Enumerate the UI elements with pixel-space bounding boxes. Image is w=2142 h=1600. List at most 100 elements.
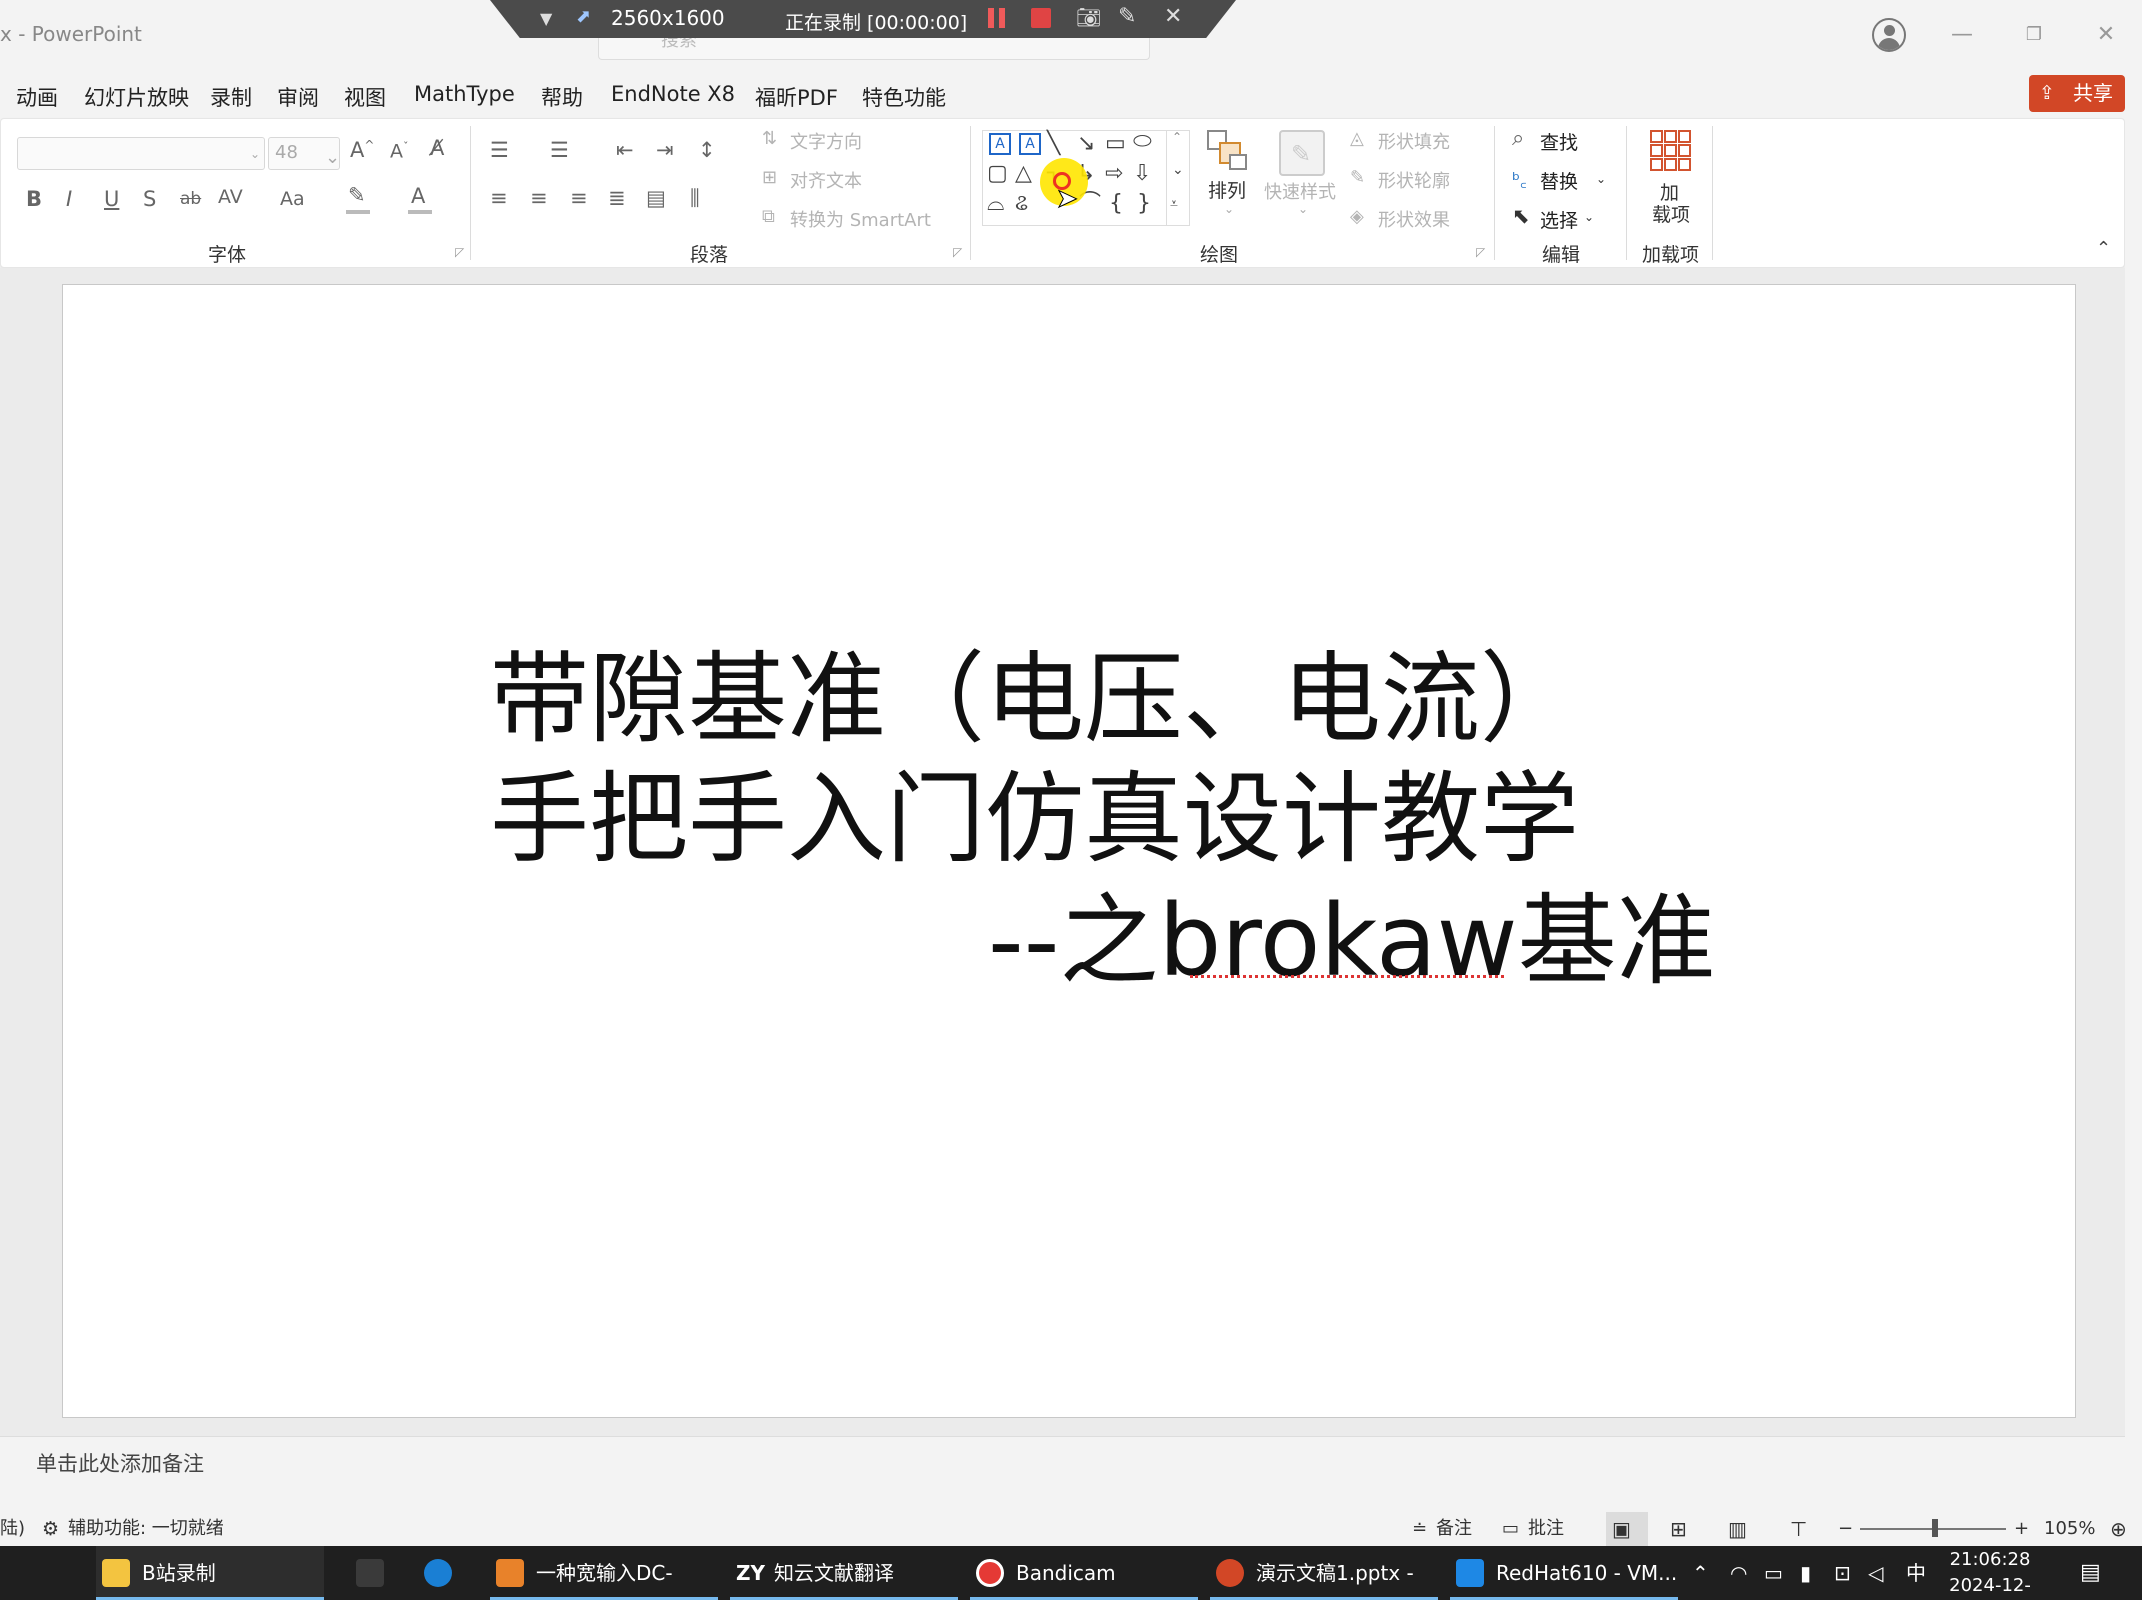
select-button[interactable]: 选择 xyxy=(1540,206,1578,233)
tab-record[interactable]: 录制 xyxy=(210,82,252,112)
rounded-rectangle-shape-icon[interactable]: ▢ xyxy=(987,161,1008,187)
align-text-button[interactable]: 对齐文本 xyxy=(790,167,862,193)
line-shape-icon[interactable]: ╲ xyxy=(1047,131,1060,157)
gallery-scroll[interactable]: ⌃ ⌄ ⩡ xyxy=(1166,130,1190,226)
microphone-icon[interactable]: ▮ xyxy=(1800,1546,1811,1600)
normal-view-icon[interactable]: ▣ xyxy=(1612,1512,1631,1546)
dialog-launcher-icon[interactable]: ◸ xyxy=(953,245,962,259)
shape-effects-button[interactable]: 形状效果 xyxy=(1378,206,1450,232)
network-icon[interactable]: ⊡ xyxy=(1834,1546,1851,1600)
taskbar-item-unity[interactable] xyxy=(350,1546,404,1600)
comments-button[interactable]: 批注 xyxy=(1528,1512,1564,1546)
decrease-indent-icon[interactable]: ⇤ xyxy=(616,138,634,162)
change-case-button[interactable]: Aa xyxy=(280,188,305,210)
bullets-icon[interactable]: ☰ xyxy=(490,138,509,162)
font-color-button[interactable]: A xyxy=(411,184,425,208)
zoom-level[interactable]: 105% xyxy=(2044,1512,2095,1546)
system-clock[interactable]: 21:06:28 2024-12-12 xyxy=(1940,1547,2040,1600)
quick-styles-button[interactable]: 快速样式 xyxy=(1264,178,1336,204)
slide-sorter-icon[interactable]: ⊞ xyxy=(1670,1512,1687,1546)
scribble-shape-icon[interactable]: ଌ xyxy=(1015,191,1028,217)
font-name-select[interactable]: ⌄ xyxy=(17,137,265,170)
gallery-more-icon[interactable]: ⩡ xyxy=(1170,196,1178,212)
justify-icon[interactable]: ≣ xyxy=(608,186,626,210)
shrink-font-icon[interactable]: Aˇ xyxy=(390,140,409,162)
collapse-ribbon-icon[interactable]: ⌃ xyxy=(2096,238,2111,259)
rectangle-shape-icon[interactable]: ▭ xyxy=(1105,131,1126,157)
close-button[interactable]: ✕ xyxy=(2086,18,2126,52)
dialog-launcher-icon[interactable]: ◸ xyxy=(455,245,464,259)
distribute-icon[interactable]: ▤ xyxy=(646,186,666,210)
tab-foxit-pdf[interactable]: 福昕PDF xyxy=(755,82,838,112)
accessibility-status[interactable]: 辅助功能: 一切就绪 xyxy=(68,1512,224,1546)
taskbar-item-powerpoint[interactable]: 演示文稿1.pptx - P... xyxy=(1210,1546,1438,1600)
zoom-slider-thumb[interactable] xyxy=(1932,1519,1938,1537)
arrow-line-shape-icon[interactable]: ↘ xyxy=(1077,131,1095,157)
taskbar-item-zhiyun-translate[interactable]: ZY 知云文献翻译V8.0.1 xyxy=(730,1546,958,1600)
shape-outline-button[interactable]: 形状轮廓 xyxy=(1378,167,1450,193)
text-direction-button[interactable]: 文字方向 xyxy=(790,128,862,154)
arrange-icon[interactable] xyxy=(1207,130,1249,172)
convert-smartart-button[interactable]: 转换为 SmartArt xyxy=(790,206,931,232)
user-avatar-icon[interactable] xyxy=(1872,18,1906,52)
find-button[interactable]: 查找 xyxy=(1540,128,1578,155)
tab-slideshow[interactable]: 幻灯片放映 xyxy=(84,82,189,112)
shape-fill-button[interactable]: 形状填充 xyxy=(1378,128,1450,154)
slide-title-textbox[interactable]: 带隙基准（电压、电流） 手把手入门仿真设计教学 xyxy=(490,640,1790,880)
taskbar-item-bzhan-recording[interactable]: B站录制 xyxy=(96,1546,324,1600)
taskbar-item-pdf-document[interactable]: 一种宽输入DC-DC... xyxy=(490,1546,718,1600)
taskbar-item-vmware[interactable]: RedHat610 - VM... xyxy=(1450,1546,1678,1600)
italic-button[interactable]: I xyxy=(66,187,72,211)
shadow-button[interactable]: S xyxy=(143,187,156,211)
tab-endnote[interactable]: EndNote X8 xyxy=(611,82,735,106)
scroll-up-icon[interactable]: ⌃ xyxy=(1172,130,1182,144)
ime-indicator[interactable]: 中 xyxy=(1906,1546,1926,1600)
notifications-icon[interactable]: ▤ xyxy=(2080,1546,2101,1600)
battery-icon[interactable]: ▭ xyxy=(1764,1546,1783,1600)
tab-view[interactable]: 视图 xyxy=(344,82,386,112)
left-brace-shape-icon[interactable]: { xyxy=(1109,191,1123,217)
line-spacing-icon[interactable]: ↕ xyxy=(698,138,716,162)
align-center-icon[interactable]: ≡ xyxy=(530,186,548,210)
tab-special-features[interactable]: 特色功能 xyxy=(862,82,946,112)
taskbar-item-edge[interactable] xyxy=(418,1546,472,1600)
arrange-button[interactable]: 排列 xyxy=(1208,176,1246,203)
stop-icon[interactable] xyxy=(1031,8,1051,28)
tray-overflow-icon[interactable]: ⌃ xyxy=(1692,1546,1709,1600)
reading-view-icon[interactable]: ▥ xyxy=(1728,1512,1747,1546)
tab-animations[interactable]: 动画 xyxy=(16,82,58,112)
char-spacing-button[interactable]: AV xyxy=(218,186,243,208)
camera-icon[interactable]: 📷︎ xyxy=(1076,5,1101,29)
grow-font-icon[interactable]: A^ xyxy=(350,138,374,162)
highlight-color-icon[interactable]: ✎ xyxy=(348,183,366,207)
right-arrow-shape-icon[interactable]: ⇨ xyxy=(1105,161,1123,187)
pen-icon[interactable]: ✎ xyxy=(1118,4,1136,29)
recorder-close-icon[interactable]: ✕ xyxy=(1164,4,1182,29)
underline-button[interactable]: U xyxy=(104,187,119,211)
right-brace-shape-icon[interactable]: } xyxy=(1137,191,1151,217)
addins-icon[interactable] xyxy=(1650,130,1692,172)
tab-review[interactable]: 审阅 xyxy=(277,82,319,112)
zoom-out-button[interactable]: − xyxy=(1838,1512,1853,1546)
triangle-shape-icon[interactable]: △ xyxy=(1015,161,1032,187)
minimize-button[interactable]: — xyxy=(1942,18,1982,52)
vertical-text-box-shape-icon[interactable]: A xyxy=(1019,133,1041,155)
clear-formatting-icon[interactable]: A̸ xyxy=(430,136,444,160)
align-left-icon[interactable]: ≡ xyxy=(490,186,508,210)
columns-icon[interactable]: ⫼ xyxy=(690,186,700,211)
volume-icon[interactable]: ◁ xyxy=(1868,1546,1883,1600)
notes-toggle-button[interactable]: 备注 xyxy=(1436,1512,1472,1546)
addins-button-line2[interactable]: 载项 xyxy=(1652,200,1690,227)
notes-pane[interactable] xyxy=(0,1436,2125,1512)
numbering-icon[interactable]: ☰ xyxy=(550,138,569,162)
freeform-shape-icon[interactable]: ⌓ xyxy=(987,191,1004,217)
share-button[interactable]: ⇪共享 ⌄ xyxy=(2029,75,2125,142)
wifi-icon[interactable]: ◠ xyxy=(1730,1546,1747,1600)
pause-icon[interactable] xyxy=(988,8,1006,28)
maximize-button[interactable]: ❐ xyxy=(2014,18,2054,52)
quick-styles-icon[interactable]: ✎ xyxy=(1279,130,1325,176)
taskbar-item-bandicam[interactable]: Bandicam xyxy=(970,1546,1198,1600)
strikethrough-button[interactable]: ab xyxy=(180,189,201,209)
align-right-icon[interactable]: ≡ xyxy=(570,186,588,210)
slideshow-view-icon[interactable]: ⊤ xyxy=(1790,1512,1807,1546)
